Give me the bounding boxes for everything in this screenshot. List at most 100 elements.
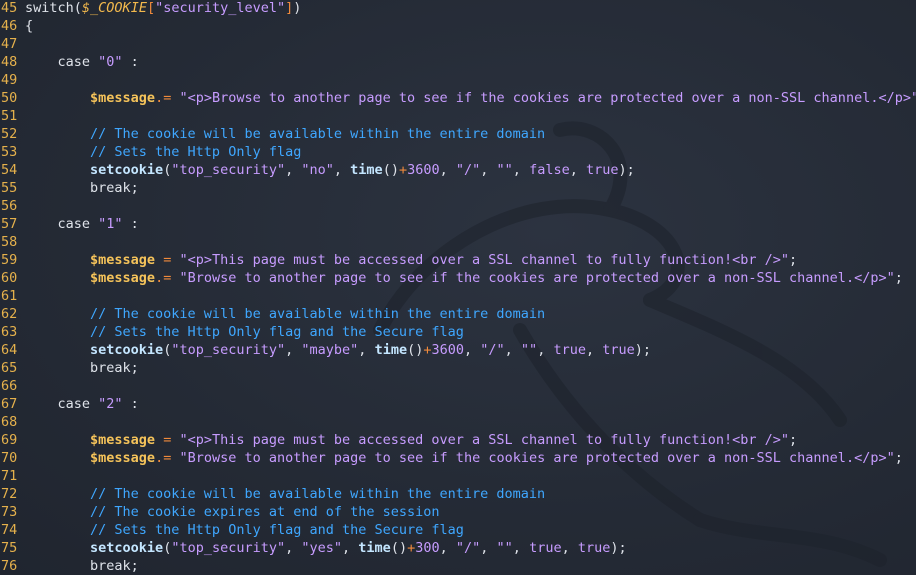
code-token: (): [382, 162, 399, 178]
code-token: ,: [561, 540, 578, 556]
code-line[interactable]: 73 // The cookie expires at end of the s…: [0, 503, 440, 521]
code-token: "/": [480, 342, 505, 358]
code-line[interactable]: 58: [0, 233, 25, 251]
code-token: 3600: [407, 162, 440, 178]
code-token: break;: [25, 360, 139, 376]
code-token: // The cookie will be available within t…: [25, 306, 546, 322]
code-editor[interactable]: 45 switch($_COOKIE["security_level"]) 46 {4…: [0, 0, 916, 575]
code-line[interactable]: 46 {: [0, 17, 33, 35]
code-token: ,: [342, 540, 359, 556]
line-number: 45: [1, 0, 18, 16]
code-text: break;: [25, 180, 139, 196]
code-token: "top_security": [171, 540, 286, 556]
code-token: setcookie: [90, 162, 164, 178]
line-number: 68: [1, 414, 18, 430]
code-token: .=: [155, 270, 172, 286]
code-line[interactable]: 64 setcookie("top_security", "maybe", ti…: [0, 341, 651, 359]
code-text: setcookie("top_security", "maybe", time(…: [25, 342, 651, 358]
code-text: case "0" :: [25, 54, 139, 70]
line-number: 70: [1, 450, 18, 466]
line-number: 65: [1, 360, 18, 376]
code-text: $message = "<p>This page must be accesse…: [25, 432, 797, 448]
code-line[interactable]: 54 setcookie("top_security", "no", time(…: [0, 161, 635, 179]
code-line[interactable]: 68: [0, 413, 25, 431]
code-line[interactable]: 48 case "0" :: [0, 53, 139, 71]
code-token: switch: [25, 0, 74, 16]
code-line[interactable]: 56: [0, 197, 25, 215]
code-token: $_COOKIE: [81, 0, 147, 16]
code-line[interactable]: 72 // The cookie will be available withi…: [0, 485, 545, 503]
code-token: ,: [464, 342, 481, 358]
code-text: setcookie("top_security", "yes", time()+…: [25, 540, 627, 556]
code-token: "1": [98, 216, 123, 232]
line-number: 74: [1, 522, 18, 538]
code-token: true: [553, 342, 586, 358]
code-line[interactable]: 60 $message.= "Browse to another page to…: [0, 269, 903, 287]
code-token: "maybe": [301, 342, 359, 358]
code-line[interactable]: 66: [0, 377, 25, 395]
code-line[interactable]: 61: [0, 287, 25, 305]
code-token: $message: [90, 252, 156, 268]
code-text: // Sets the Http Only flag: [25, 144, 301, 160]
code-line[interactable]: 59 $message = "<p>This page must be acce…: [0, 251, 797, 269]
code-token: "security_level": [155, 0, 286, 16]
code-token: "Browse to another page to see if the co…: [179, 450, 895, 466]
code-line[interactable]: 50 $message.= "<p>Browse to another page…: [0, 89, 916, 107]
code-token: ,: [285, 342, 302, 358]
code-token: $message: [90, 432, 156, 448]
code-token: ;: [789, 252, 798, 268]
code-token: ;: [894, 450, 903, 466]
code-text: $message.= "<p>Browse to another page to…: [25, 90, 916, 106]
code-line[interactable]: 65 break;: [0, 359, 139, 377]
code-line[interactable]: 62 // The cookie will be available withi…: [0, 305, 545, 323]
code-line[interactable]: 47: [0, 35, 25, 53]
line-number: 49: [1, 72, 18, 88]
code-token: ,: [439, 540, 456, 556]
code-token: // Sets the Http Only flag: [25, 144, 302, 160]
line-number: 52: [1, 126, 18, 142]
code-line[interactable]: 74 // Sets the Http Only flag and the Se…: [0, 521, 464, 539]
code-token: "top_security": [171, 342, 286, 358]
code-line[interactable]: 57 case "1" :: [0, 215, 139, 233]
line-number: 47: [1, 36, 18, 52]
code-text: // The cookie will be available within t…: [25, 126, 545, 142]
code-token: "": [496, 162, 513, 178]
code-line[interactable]: 52 // The cookie will be available withi…: [0, 125, 545, 143]
code-line[interactable]: 53 // Sets the Http Only flag: [0, 143, 301, 161]
code-token: ,: [537, 342, 554, 358]
code-token: );: [634, 342, 652, 358]
code-token: ;: [789, 432, 798, 448]
code-line[interactable]: 63 // Sets the Http Only flag and the Se…: [0, 323, 464, 341]
code-text: case "2" :: [25, 396, 139, 412]
code-token: "/": [455, 162, 481, 178]
line-number: 63: [1, 324, 18, 340]
code-line[interactable]: 69 $message = "<p>This page must be acce…: [0, 431, 797, 449]
code-token: "<p>This page must be accessed over a SS…: [179, 432, 790, 448]
code-line[interactable]: 75 setcookie("top_security", "yes", time…: [0, 539, 627, 557]
line-number: 58: [1, 234, 18, 250]
code-line[interactable]: 71: [0, 467, 25, 485]
code-line[interactable]: 49: [0, 71, 25, 89]
code-token: time: [374, 342, 408, 358]
code-token: "yes": [301, 540, 343, 556]
code-text: break;: [25, 360, 139, 376]
code-token: case: [25, 396, 99, 412]
code-line[interactable]: 67 case "2" :: [0, 395, 139, 413]
line-number: 67: [1, 396, 18, 412]
code-token: "<p>Browse to another page to see if the…: [179, 90, 916, 106]
code-line[interactable]: 55 break;: [0, 179, 139, 197]
code-text: // Sets the Http Only flag and the Secur…: [25, 522, 464, 538]
code-line[interactable]: 51: [0, 107, 25, 125]
code-token: =: [155, 252, 180, 268]
code-line[interactable]: 45 switch($_COOKIE["security_level"]): [0, 0, 301, 17]
code-line[interactable]: 70 $message.= "Browse to another page to…: [0, 449, 903, 467]
code-line[interactable]: 76 break;: [0, 557, 139, 575]
code-token: // The cookie will be available within t…: [25, 486, 546, 502]
code-token: // Sets the Http Only flag and the Secur…: [25, 522, 464, 538]
line-number: 75: [1, 540, 18, 556]
line-number: 55: [1, 180, 18, 196]
line-number: 72: [1, 486, 18, 502]
